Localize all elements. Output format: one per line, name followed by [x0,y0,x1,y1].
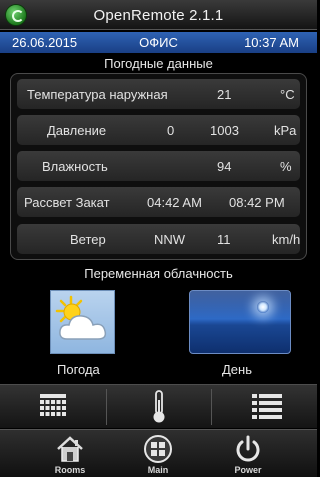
wind-unit: km/h [272,232,301,247]
weather-data-panel: Температура наружная 21 °C Давление 0 10… [10,73,307,260]
weather-section-title: Погодные данные [104,56,213,71]
row-label: Давление [47,123,107,138]
sunset-value: 08:42 PM [229,195,285,210]
temperature-value: 21 [217,87,232,102]
list-icon [252,394,282,419]
tile-shine [190,291,290,322]
day-tile-label: День [222,362,252,377]
weather-condition: Переменная облачность [84,266,233,281]
status-bar: 26.06.2015 ОФИС 10:37 AM [0,32,317,53]
nav-rooms-label: Rooms [54,465,86,475]
power-icon [236,435,260,462]
wind-direction: NNW [154,232,186,247]
row-label: Температура наружная [27,87,168,102]
temperature-unit: °C [280,87,295,102]
title-bar: OpenRemote 2.1.1 [0,0,317,30]
sun-glow-icon [257,301,269,313]
thermometer-button[interactable] [107,385,211,429]
list-button[interactable] [212,385,317,429]
thermometer-icon [153,390,165,423]
day-button[interactable] [189,290,291,354]
sun-cloud-icon [55,295,107,340]
grid-circle-icon [144,435,172,463]
nav-main[interactable]: Main [128,430,188,477]
sunrise-value: 04:42 AM [147,195,202,210]
row-label: Влажность [42,159,108,174]
row-label: Ветер [70,232,106,247]
nav-power[interactable]: Power [218,430,278,477]
status-time: 10:37 AM [244,35,299,50]
row-label: Рассвет Закат [24,195,110,210]
bottom-navigation: Rooms Main Power [0,429,317,477]
app-title: OpenRemote 2.1.1 [93,7,224,24]
wind-speed: 11 [217,232,231,247]
row-pressure: Давление 0 1003 kPa [17,115,300,145]
calendar-grid-icon [40,394,66,416]
nav-rooms[interactable]: Rooms [40,430,100,477]
humidity-unit: % [280,159,292,174]
pressure-unit: kPa [274,123,297,138]
nav-main-label: Main [147,465,169,475]
weather-button[interactable] [50,290,115,354]
row-wind: Ветер NNW 11 km/h [17,224,300,254]
calendar-button[interactable] [0,385,106,429]
row-humidity: Влажность 94 % [17,151,300,181]
row-sunrise-sunset: Рассвет Закат 04:42 AM 08:42 PM [17,187,300,217]
house-icon [57,436,83,462]
nav-power-label: Power [234,465,262,475]
icon-toolbar [0,384,317,428]
row-temperature: Температура наружная 21 °C [17,79,300,109]
humidity-value: 94 [217,159,232,174]
pressure-value: 0 [167,123,175,138]
weather-tile-label: Погода [57,362,100,377]
pressure-value-2: 1003 [210,123,239,138]
